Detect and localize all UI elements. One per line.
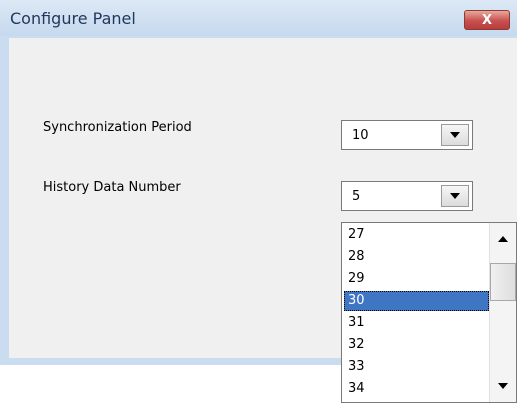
option-item[interactable]: 30 — [344, 291, 489, 311]
options-scrollbar[interactable] — [489, 223, 516, 402]
scroll-up-button[interactable] — [490, 226, 516, 252]
close-icon: X — [481, 12, 493, 28]
scroll-up-icon — [498, 236, 508, 242]
history-number-label: History Data Number — [43, 180, 181, 195]
option-item[interactable]: 34 — [344, 379, 489, 399]
option-item[interactable]: 28 — [344, 247, 489, 267]
title-bar[interactable]: Configure Panel X — [0, 0, 517, 36]
history-number-options-list[interactable]: 27 28 29 30 31 32 33 34 — [341, 222, 517, 403]
sync-period-value: 10 — [352, 128, 369, 143]
chevron-down-icon — [450, 132, 460, 138]
option-item[interactable]: 32 — [344, 335, 489, 355]
sync-period-dropdown-button[interactable] — [441, 124, 469, 146]
option-item[interactable]: 31 — [344, 313, 489, 333]
option-item[interactable]: 27 — [344, 225, 489, 245]
sync-period-label: Synchronization Period — [43, 120, 192, 135]
history-number-select[interactable]: 5 — [341, 181, 473, 211]
scroll-down-icon — [498, 383, 508, 389]
history-number-value: 5 — [352, 189, 361, 204]
chevron-down-icon — [450, 193, 460, 199]
scroll-thumb[interactable] — [490, 263, 516, 301]
sync-period-select[interactable]: 10 — [341, 120, 473, 150]
close-button[interactable]: X — [464, 10, 510, 30]
history-number-dropdown-button[interactable] — [441, 185, 469, 207]
option-item[interactable]: 33 — [344, 357, 489, 377]
window-title: Configure Panel — [10, 9, 136, 28]
option-item[interactable]: 29 — [344, 269, 489, 289]
scroll-down-button[interactable] — [490, 373, 516, 399]
